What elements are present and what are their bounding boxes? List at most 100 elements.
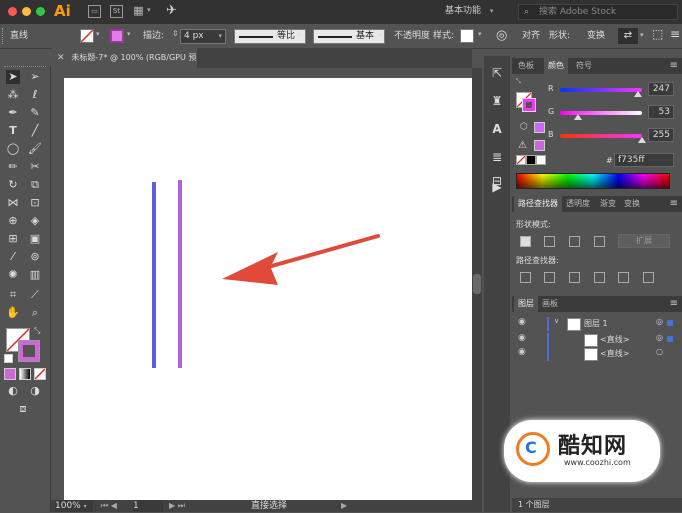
target-icon[interactable]: ○ — [656, 347, 663, 356]
opacity-label[interactable]: 不透明度 — [394, 24, 430, 48]
web-color-swatch[interactable] — [534, 122, 545, 133]
gradient-mode-icon[interactable] — [19, 368, 31, 380]
b-value-input[interactable]: 255 — [648, 128, 674, 142]
artboard-tool-icon[interactable]: ⌗ — [6, 288, 20, 302]
chevron-down-icon[interactable]: ▾ — [378, 31, 382, 39]
stroke-label[interactable]: 描边: — [143, 24, 164, 48]
b-slider-thumb[interactable] — [638, 137, 646, 143]
tab-color[interactable]: 颜色 — [544, 58, 568, 74]
stroke-color-box[interactable] — [18, 340, 40, 362]
grip-handle[interactable] — [2, 28, 6, 44]
tab-symbols[interactable]: 符号 — [572, 58, 596, 74]
paragraph-icon[interactable]: ≣ — [488, 148, 506, 166]
recolor-artwork-icon[interactable]: ◎ — [496, 28, 507, 43]
panel-menu-icon[interactable]: ≡ — [670, 60, 678, 71]
curvature-tool-icon[interactable]: ✎ — [28, 106, 42, 120]
minimize-window-button[interactable] — [22, 7, 31, 16]
export-icon[interactable]: ⇱ — [488, 64, 506, 82]
chevron-down-icon[interactable]: ▾ — [96, 30, 100, 38]
black-swatch[interactable] — [526, 155, 536, 165]
hex-input[interactable]: f735ff — [614, 153, 674, 167]
gamut-color-swatch[interactable] — [534, 140, 545, 151]
draw-inside-icon[interactable]: ◑ — [28, 384, 42, 398]
shape-builder-icon[interactable]: ⊕ — [6, 214, 20, 228]
transform-label[interactable]: 变换 — [587, 24, 605, 48]
first-artboard-icon[interactable]: ⏮ ◀ — [101, 500, 117, 512]
visibility-eye-icon[interactable]: ◉ — [518, 317, 526, 327]
r-slider[interactable] — [560, 88, 642, 92]
perspective-grid-icon[interactable]: ⊞ — [6, 232, 20, 246]
minus-front-icon[interactable] — [544, 236, 555, 247]
free-transform-icon[interactable]: ⊡ — [28, 196, 42, 210]
pencil-icon[interactable]: ✏ — [6, 160, 20, 174]
chevron-down-icon[interactable]: ▾ — [297, 31, 301, 39]
r-value-input[interactable]: 247 — [648, 82, 674, 96]
line-tool-icon[interactable]: ╱ — [28, 124, 42, 138]
scrollbar-thumb[interactable] — [473, 274, 481, 294]
color-mode-icon[interactable] — [4, 368, 16, 380]
document-tab[interactable]: ✕ 未标题-7* @ 100% (RGB/GPU 预览) — [52, 48, 197, 82]
visibility-eye-icon[interactable]: ◉ — [518, 333, 526, 343]
workspace-switcher[interactable]: 基本功能 ▾ — [445, 4, 511, 19]
rotate-tool-icon[interactable]: ↻ — [6, 178, 20, 192]
artboard-number-select[interactable]: 1 — [133, 500, 163, 512]
send-icon[interactable]: ✈ — [166, 3, 177, 18]
close-icon[interactable]: ✕ — [57, 53, 65, 63]
default-colors-icon[interactable] — [4, 354, 13, 363]
tab-pathfinder[interactable]: 路径查找器 — [514, 196, 562, 212]
fill-swatch[interactable] — [80, 29, 94, 43]
out-of-web-icon[interactable]: ⬡ — [520, 122, 528, 132]
target-icon[interactable]: ◎ — [656, 317, 663, 326]
shape-label[interactable]: 形状: — [549, 24, 570, 48]
tab-transparency[interactable]: 透明度 — [562, 196, 594, 212]
hand-tool-icon[interactable]: ✋ — [6, 306, 20, 320]
next-artboard-icon[interactable]: ▶ ⏭ — [169, 500, 185, 512]
slice-tool-icon[interactable]: ⟋ — [28, 288, 42, 302]
selection-tool-icon[interactable]: ⬚ — [652, 27, 663, 41]
variable-width-profile-select[interactable]: 等比 — [234, 29, 306, 44]
width-tool-icon[interactable]: ⋈ — [6, 196, 20, 210]
align-label[interactable]: 对齐 — [522, 24, 540, 48]
stepper-icon[interactable]: ⇕ — [172, 29, 179, 38]
b-slider[interactable] — [560, 134, 642, 138]
object-name[interactable]: <直线> — [600, 348, 629, 359]
chevron-down-icon[interactable]: ▾ — [147, 6, 151, 14]
zoom-window-button[interactable] — [36, 7, 45, 16]
lasso-icon[interactable]: ℓ — [28, 88, 42, 102]
direct-selection-tool-icon[interactable]: ➢ — [28, 70, 42, 84]
out-of-gamut-warning-icon[interactable]: ⚠ — [518, 140, 527, 151]
stroke-weight-input[interactable]: 4 px ▾ — [180, 29, 226, 44]
chevron-down-icon[interactable]: ∨ — [554, 317, 559, 325]
minus-back-icon[interactable] — [643, 272, 654, 283]
magic-wand-icon[interactable]: ⁂ — [6, 88, 20, 102]
graphic-style-swatch[interactable] — [460, 29, 474, 43]
intersect-icon[interactable] — [569, 236, 580, 247]
none-swatch[interactable] — [516, 155, 526, 165]
r-slider-thumb[interactable] — [634, 91, 642, 97]
object-name[interactable]: <直线> — [600, 334, 629, 345]
selection-tool-icon[interactable]: ➤ — [6, 70, 20, 84]
color-spectrum[interactable] — [516, 173, 670, 189]
type-tool-icon[interactable]: T — [6, 124, 20, 138]
stock-search-input[interactable]: ⌕ 搜索 Adobe Stock — [518, 4, 678, 20]
ellipse-tool-icon[interactable]: ◯ — [6, 142, 20, 156]
tab-swatches[interactable]: 色板 — [514, 58, 538, 74]
sublayer-row[interactable]: ◉ <直线> ○ — [512, 347, 682, 361]
sublayer-row[interactable]: ◉ <直线> ◎ — [512, 333, 682, 347]
swap-fill-stroke-icon[interactable]: ⤡ — [34, 326, 40, 336]
layer-name[interactable]: 图层 1 — [584, 318, 608, 329]
g-slider-thumb[interactable] — [574, 114, 582, 120]
white-swatch[interactable] — [536, 155, 546, 165]
target-icon[interactable]: ◎ — [656, 333, 663, 342]
arrange-documents-icon[interactable]: ▦ — [132, 5, 145, 18]
live-paint-icon[interactable]: ◈ — [28, 214, 42, 228]
zoom-select[interactable]: 100% ▾ — [55, 500, 93, 512]
divide-icon[interactable] — [520, 272, 531, 283]
gradient-tool-icon[interactable]: ▣ — [28, 232, 42, 246]
paintbrush-icon[interactable]: 🖌 — [28, 142, 42, 156]
color-panel-stroke-box[interactable] — [522, 98, 536, 112]
visibility-eye-icon[interactable]: ◉ — [518, 347, 526, 357]
panel-menu-icon[interactable]: ≡ — [670, 298, 678, 309]
chevron-down-icon[interactable]: ▾ — [478, 30, 482, 38]
close-window-button[interactable] — [8, 7, 17, 16]
